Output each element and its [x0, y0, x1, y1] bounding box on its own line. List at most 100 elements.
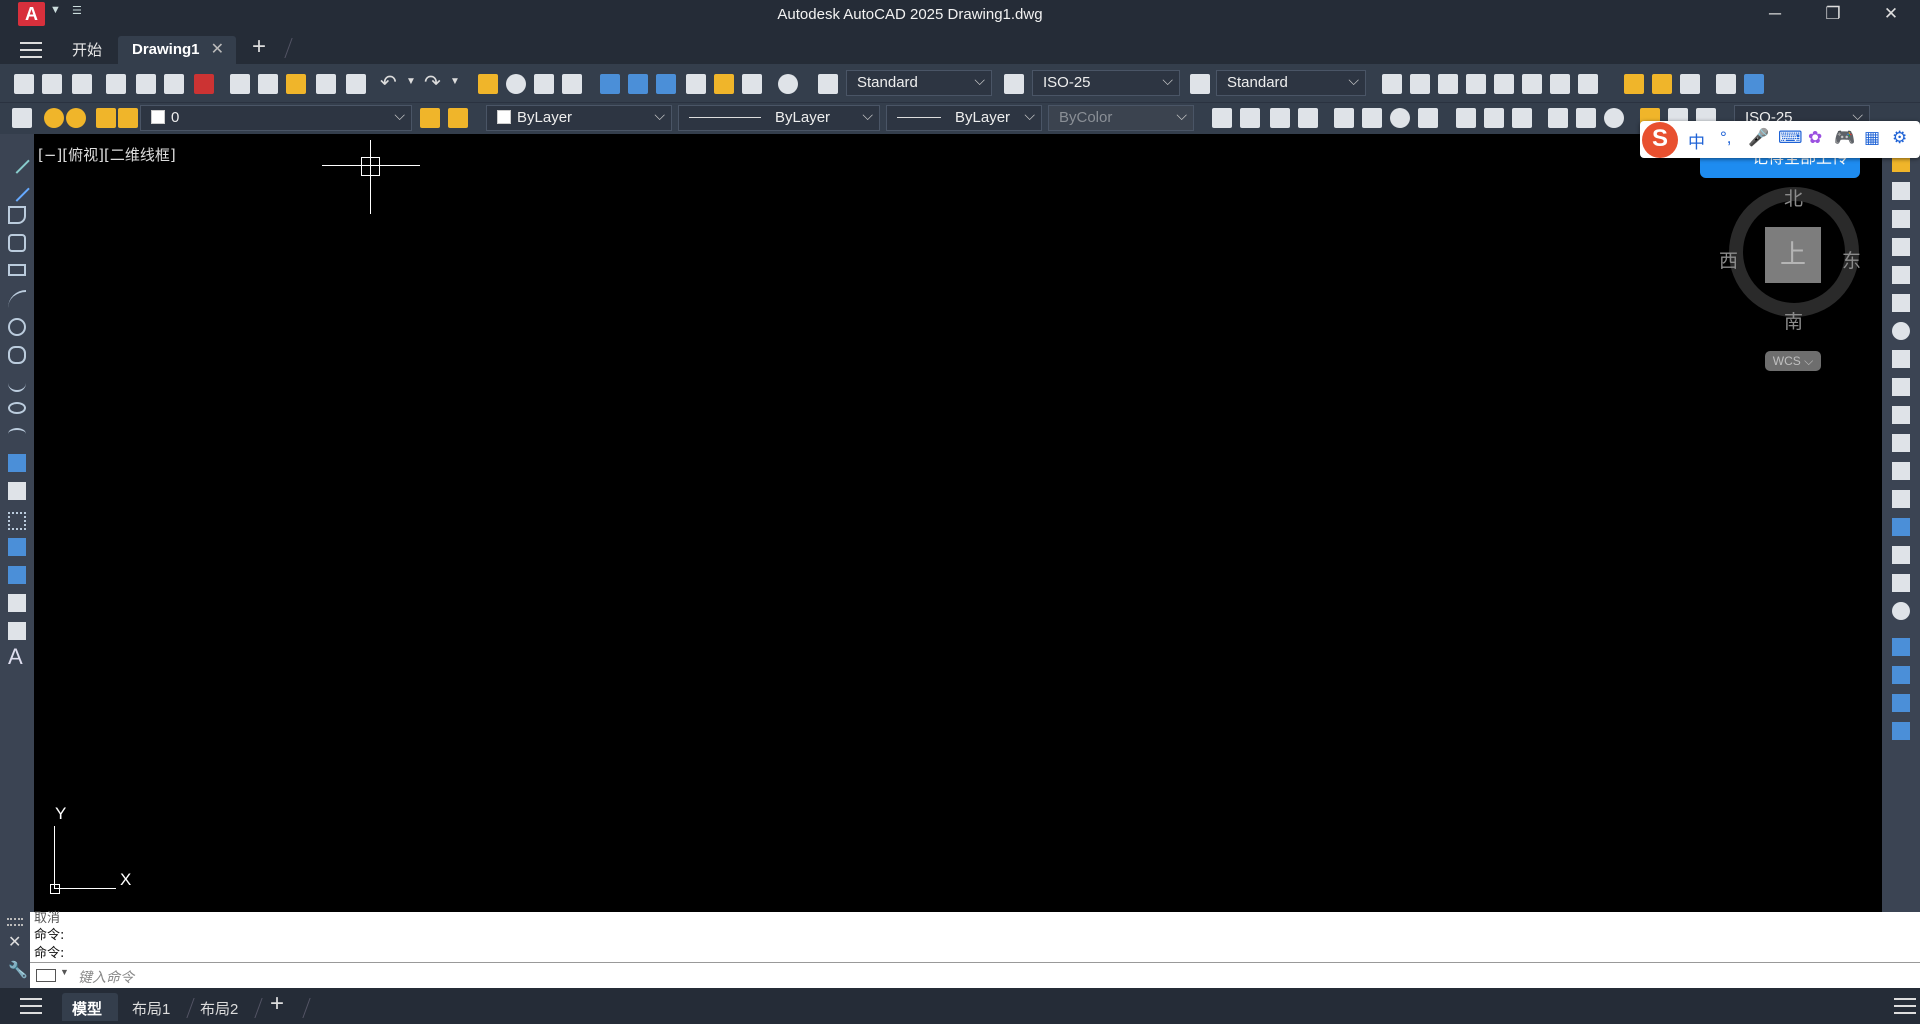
- sogou-logo[interactable]: S: [1642, 122, 1678, 158]
- ime-settings-icon[interactable]: ⚙: [1892, 128, 1907, 148]
- compass-north[interactable]: 北: [1784, 184, 1803, 211]
- quick-dim-icon[interactable]: [1456, 108, 1476, 128]
- trim-icon[interactable]: [1892, 406, 1910, 424]
- cut-icon[interactable]: [230, 74, 250, 94]
- measure-icon[interactable]: [1624, 74, 1644, 94]
- publish-icon[interactable]: [164, 74, 184, 94]
- multiline-text-icon-left[interactable]: A: [8, 644, 23, 670]
- spell-check-icon[interactable]: [1494, 74, 1514, 94]
- compass-east[interactable]: 东: [1842, 246, 1861, 273]
- tab-model[interactable]: 模型: [62, 993, 118, 1021]
- print-icon[interactable]: [106, 74, 126, 94]
- text-scale-icon[interactable]: [1522, 74, 1542, 94]
- lineweight-select[interactable]: ByLayer: [886, 103, 1042, 131]
- single-line-text-icon[interactable]: [1410, 74, 1430, 94]
- zoom-realtime-icon[interactable]: [506, 74, 526, 94]
- layer-on-icon[interactable]: [44, 108, 64, 128]
- polygon-icon[interactable]: [8, 234, 26, 252]
- restore-button[interactable]: ❐: [1810, 0, 1856, 30]
- tab-close-icon[interactable]: ✕: [211, 39, 224, 59]
- gradient-icon[interactable]: [8, 566, 26, 584]
- ellipse-icon[interactable]: [8, 402, 26, 414]
- undo-dropdown-icon[interactable]: ▼: [406, 76, 416, 87]
- bring-to-front-icon[interactable]: [1892, 638, 1910, 656]
- ucs-icon[interactable]: [1744, 74, 1764, 94]
- close-window-button[interactable]: ✕: [1868, 0, 1914, 30]
- block-editor-icon[interactable]: [346, 74, 366, 94]
- ime-chinese-mode[interactable]: 中: [1688, 128, 1705, 153]
- text-style-icon[interactable]: [818, 74, 838, 94]
- command-grip-icon[interactable]: [7, 918, 23, 926]
- offset-icon[interactable]: [1892, 238, 1910, 256]
- table-style-select[interactable]: Standard: [1216, 68, 1366, 96]
- continue-dim-icon[interactable]: [1512, 108, 1532, 128]
- customize-command-icon[interactable]: 🔧: [8, 960, 28, 980]
- bring-above-icon[interactable]: [1892, 694, 1910, 712]
- table-icon[interactable]: [8, 622, 26, 640]
- diameter-dim-icon[interactable]: [1390, 108, 1410, 128]
- layout-menu-icon[interactable]: [20, 998, 42, 1014]
- design-center-icon[interactable]: [628, 74, 648, 94]
- make-current-layer-icon[interactable]: [420, 108, 440, 128]
- baseline-dim-icon[interactable]: [1484, 108, 1504, 128]
- new-file-icon[interactable]: [14, 74, 34, 94]
- insert-block-icon[interactable]: [8, 454, 26, 472]
- arc-icon[interactable]: [8, 290, 26, 308]
- text-convert-icon[interactable]: [1578, 74, 1598, 94]
- copy-icon[interactable]: [258, 74, 278, 94]
- extend-icon[interactable]: [1892, 434, 1910, 452]
- save-icon[interactable]: [72, 74, 92, 94]
- external-reference-icon[interactable]: [1716, 74, 1736, 94]
- ime-punctuation-icon[interactable]: °,: [1720, 128, 1732, 148]
- pan-icon[interactable]: [478, 74, 498, 94]
- multiline-text-icon[interactable]: [1382, 74, 1402, 94]
- open-file-icon[interactable]: [42, 74, 62, 94]
- arc-length-dim-icon[interactable]: [1270, 108, 1290, 128]
- layer-unlock-icon[interactable]: [118, 108, 138, 128]
- area-icon[interactable]: [1652, 74, 1672, 94]
- radius-dim-icon[interactable]: [1334, 108, 1354, 128]
- rectangle-icon[interactable]: [8, 264, 26, 276]
- region-icon[interactable]: [8, 594, 26, 612]
- linetype-select[interactable]: ByLayer: [678, 103, 880, 131]
- compass-west[interactable]: 西: [1719, 246, 1738, 273]
- send-to-back-icon[interactable]: [1892, 666, 1910, 684]
- new-tab-button[interactable]: +: [252, 33, 266, 61]
- point-icon[interactable]: [8, 512, 26, 530]
- text-justify-icon[interactable]: [1550, 74, 1570, 94]
- revision-cloud-icon[interactable]: [8, 346, 26, 364]
- construction-line-icon[interactable]: [4, 176, 30, 202]
- copy-object-icon[interactable]: [1892, 182, 1910, 200]
- stretch-icon[interactable]: [1892, 378, 1910, 396]
- table-style-icon[interactable]: [1190, 74, 1210, 94]
- print-preview-icon[interactable]: [136, 74, 156, 94]
- ordinate-dim-icon[interactable]: [1298, 108, 1318, 128]
- undo-icon[interactable]: ↶: [380, 70, 397, 95]
- layer-previous-icon[interactable]: [448, 108, 468, 128]
- tool-palettes-icon[interactable]: [656, 74, 676, 94]
- dim-style-select[interactable]: ISO-25: [1032, 68, 1180, 96]
- scale-icon[interactable]: [1892, 350, 1910, 368]
- circle-icon[interactable]: [8, 318, 26, 336]
- viewcube-top-face[interactable]: 上: [1765, 227, 1821, 283]
- ime-voice-icon[interactable]: 🎤: [1748, 128, 1769, 148]
- linear-dim-icon[interactable]: [1212, 108, 1232, 128]
- tab-start[interactable]: 开始: [72, 39, 102, 60]
- command-input[interactable]: ▼ 键入命令: [30, 962, 1920, 988]
- text-style-select[interactable]: Standard: [846, 68, 992, 96]
- jogged-dim-icon[interactable]: [1362, 108, 1382, 128]
- tab-layout1[interactable]: 布局1: [132, 998, 170, 1019]
- quickcalc-icon[interactable]: [742, 74, 762, 94]
- line-icon[interactable]: [4, 148, 30, 174]
- angular-dim-icon[interactable]: [1418, 108, 1438, 128]
- layer-thaw-icon[interactable]: [66, 108, 86, 128]
- ime-toolbox-icon[interactable]: ▦: [1864, 128, 1880, 148]
- help-icon[interactable]: [778, 74, 798, 94]
- paste-icon[interactable]: [286, 74, 306, 94]
- dim-style-icon[interactable]: [1004, 74, 1024, 94]
- recent-commands-icon[interactable]: [36, 969, 56, 982]
- match-properties-icon[interactable]: [316, 74, 336, 94]
- mirror-icon[interactable]: [1892, 210, 1910, 228]
- chamfer-icon[interactable]: [1892, 546, 1910, 564]
- layer-walk-icon[interactable]: [1680, 74, 1700, 94]
